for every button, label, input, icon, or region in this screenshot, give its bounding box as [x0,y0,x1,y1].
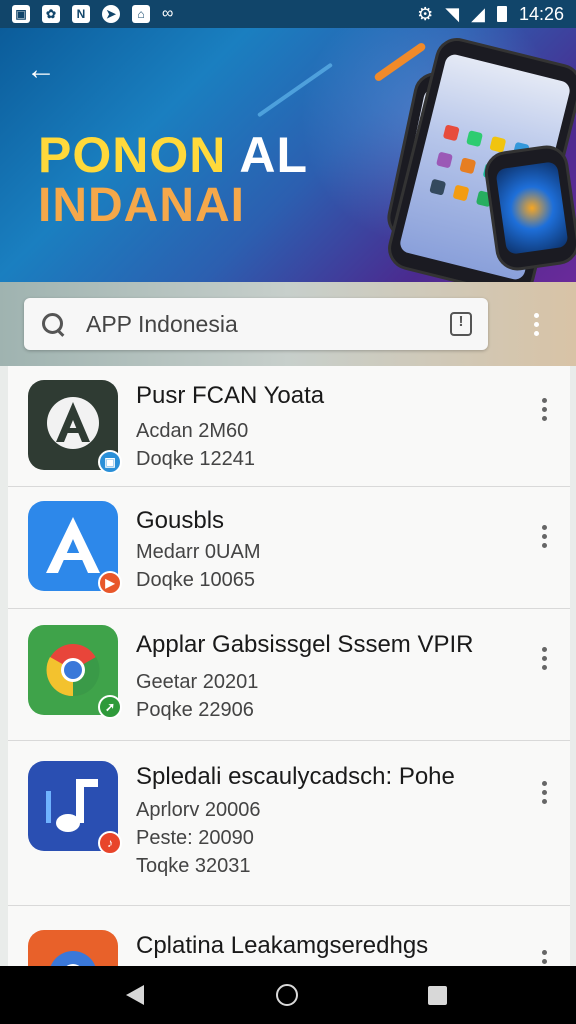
item-overflow-icon[interactable] [536,394,552,424]
banner-title-part-a: PONON [38,127,227,183]
gift-icon: ✿ [42,5,60,23]
list-item[interactable]: ▶ Gousbls Medarr 0UAM Doqke 10065 [8,487,570,609]
arrow-badge-icon: ➚ [98,695,122,719]
alarm-icon: ⚙ [417,3,434,24]
n-app-icon: N [72,5,90,23]
gallery-icon: ▣ [12,5,30,23]
banner-title-part-b: AL [226,127,309,183]
store-icon: ⌂ [132,5,150,23]
item-overflow-icon[interactable] [536,521,552,551]
link-icon: ∞ [162,5,174,22]
nav-home-icon[interactable] [276,984,298,1006]
app-title: Cplatina Leakamgseredhgs [136,932,429,959]
play-badge-icon: ▶ [98,571,122,595]
app-meta: Aprlorv 20006 [136,799,261,821]
browser-icon [50,951,96,966]
app-meta: Peste: 20090 [136,827,254,849]
list-item[interactable]: Cplatina Leakamgseredhgs [8,906,570,966]
search-icon [40,311,66,337]
app-list: ▣ Pusr FCAN Yoata Acdan 2M60 Doqke 12241… [8,366,570,966]
search-area: APP Indonesia [0,282,576,366]
overflow-menu-icon[interactable] [526,308,546,340]
wifi-icon: ◥ [445,3,460,24]
app-icon: ♪ [28,761,122,855]
promo-banner: ← PONON AL INDANAI [0,28,576,282]
status-time: 14:26 [518,3,564,24]
list-item[interactable]: ♪ Spledali escaulycadsch: Pohe Aprlorv 2… [8,741,570,906]
navigation-bar [0,966,576,1024]
back-arrow-icon[interactable]: ← [26,54,58,86]
banner-title-line1: PONON AL [38,126,308,184]
badge-icon: ♪ [98,831,122,855]
app-icon [28,930,118,966]
app-meta: Poqke 22906 [136,699,254,721]
app-icon: ➚ [28,625,122,719]
search-input[interactable]: APP Indonesia [24,298,488,350]
app-title: Gousbls [136,507,225,534]
list-item[interactable]: ➚ Applar Gabsissgel Sssem VPIR Geetar 20… [8,609,570,741]
app-meta: Geetar 20201 [136,671,259,693]
nav-recents-icon[interactable] [428,986,447,1005]
battery-icon [496,6,507,22]
item-overflow-icon[interactable] [536,643,552,673]
feedback-icon[interactable] [450,312,472,336]
app-meta: Acdan 2M60 [136,420,249,442]
app-icon: ▣ [28,380,122,474]
badge-icon: ▣ [98,450,122,474]
app-title: Applar Gabsissgel Sssem VPIR [136,631,474,658]
list-item[interactable]: ▣ Pusr FCAN Yoata Acdan 2M60 Doqke 12241 [8,366,570,487]
signal-icon: ◢ [471,3,485,24]
compass-icon: ➤ [102,5,120,23]
phone-illustration-side [482,142,576,274]
app-icon: ▶ [28,501,122,595]
app-meta: Medarr 0UAM [136,541,261,563]
search-query: APP Indonesia [86,310,238,337]
app-title: Pusr FCAN Yoata [136,382,325,409]
banner-title-line2: INDANAI [38,179,245,232]
nav-back-icon[interactable] [126,985,144,1005]
status-bar: ▣ ✿ N ➤ ⌂ ∞ ⚙ ◥ ◢ 14:26 [0,0,576,28]
item-overflow-icon[interactable] [536,946,552,966]
app-meta: Doqke 10065 [136,569,255,591]
app-meta: Doqke 12241 [136,448,255,470]
item-overflow-icon[interactable] [536,777,552,807]
app-title: Spledali escaulycadsch: Pohe [136,763,455,790]
app-meta: Toqke 32031 [136,855,251,877]
